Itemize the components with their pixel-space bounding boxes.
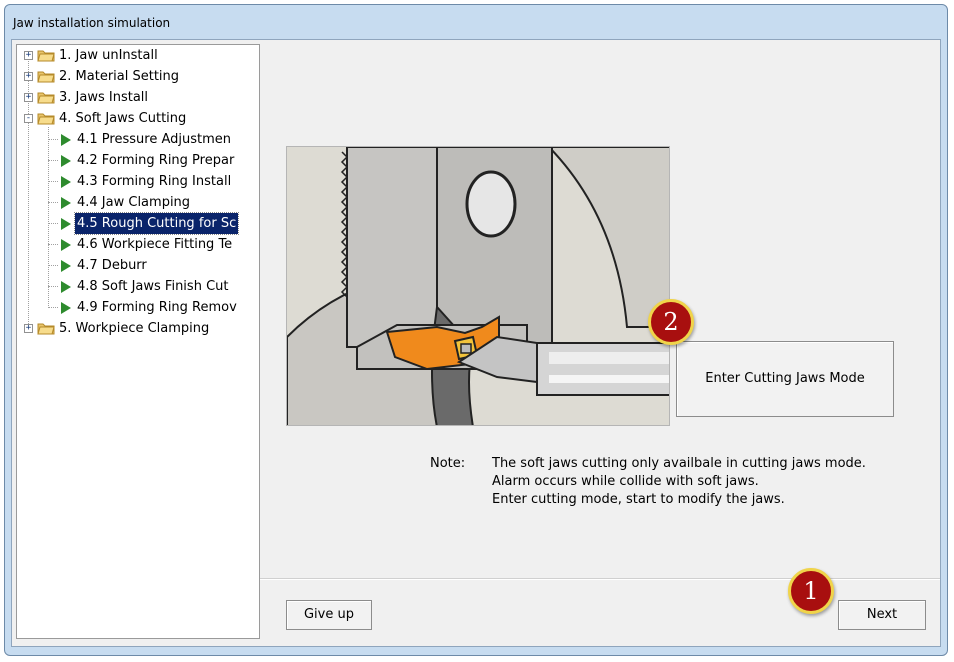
- window-client-area: + 1. Jaw unInstall + 2. Material Setting…: [11, 39, 941, 647]
- play-step-icon: [61, 176, 71, 188]
- tree-item-4-2[interactable]: 4.2 Forming Ring Prepar: [17, 150, 259, 171]
- enter-cutting-jaws-mode-button[interactable]: Enter Cutting Jaws Mode: [676, 341, 894, 417]
- tree-item-label-selected: 4.5 Rough Cutting for Sc: [73, 212, 240, 235]
- note-line: The soft jaws cutting only availbale in …: [492, 456, 866, 471]
- tree-item-jaw-uninstall[interactable]: + 1. Jaw unInstall: [17, 45, 259, 66]
- window-title: Jaw installation simulation: [13, 16, 171, 30]
- tree-item-4-8[interactable]: 4.8 Soft Jaws Finish Cut: [17, 276, 259, 297]
- tree-item-4-7[interactable]: 4.7 Deburr: [17, 255, 259, 276]
- note-line: Enter cutting mode, start to modify the …: [492, 492, 785, 507]
- tree-item-4-6[interactable]: 4.6 Workpiece Fitting Te: [17, 234, 259, 255]
- tree-item-label: 4.6 Workpiece Fitting Te: [77, 237, 233, 252]
- play-step-icon: [61, 239, 71, 251]
- tree-item-jaws-install[interactable]: + 3. Jaws Install: [17, 87, 259, 108]
- title-bar: Jaw installation simulation: [5, 5, 947, 39]
- give-up-button[interactable]: Give up: [286, 600, 372, 630]
- tree-item-label: 4.8 Soft Jaws Finish Cut: [77, 279, 229, 294]
- tree-item-4-9[interactable]: 4.9 Forming Ring Remov: [17, 297, 259, 318]
- tree-item-4-4[interactable]: 4.4 Jaw Clamping: [17, 192, 259, 213]
- play-step-icon: [61, 218, 71, 230]
- play-step-icon: [61, 155, 71, 167]
- step-marker-2-badge: 2: [648, 299, 694, 345]
- tree-item-4-1[interactable]: 4.1 Pressure Adjustmen: [17, 129, 259, 150]
- step-tree[interactable]: + 1. Jaw unInstall + 2. Material Setting…: [16, 44, 260, 639]
- next-button[interactable]: Next: [838, 600, 926, 630]
- expand-plus-icon[interactable]: +: [24, 51, 33, 60]
- tree-item-label: 2. Material Setting: [59, 69, 180, 84]
- tree-item-4-3[interactable]: 4.3 Forming Ring Install: [17, 171, 259, 192]
- tree-item-label: 4. Soft Jaws Cutting: [59, 111, 187, 126]
- open-folder-icon: [37, 113, 55, 125]
- play-step-icon: [61, 134, 71, 146]
- expand-plus-icon[interactable]: +: [24, 93, 33, 102]
- tree-item-label: 3. Jaws Install: [59, 90, 149, 105]
- footer-separator: [260, 578, 940, 580]
- note-label: Note:: [430, 456, 466, 471]
- tree-item-label: 4.1 Pressure Adjustmen: [77, 132, 231, 147]
- tree-item-label: 1. Jaw unInstall: [59, 48, 158, 63]
- expand-plus-icon[interactable]: +: [24, 72, 33, 81]
- tree-item-soft-jaws-cutting[interactable]: - 4. Soft Jaws Cutting: [17, 108, 259, 129]
- step-marker-1-badge: 1: [788, 568, 834, 614]
- cutting-tool-diagram: [287, 147, 669, 425]
- folder-icon: [37, 71, 55, 83]
- tree-item-label: 4.3 Forming Ring Install: [77, 174, 232, 189]
- folder-icon: [37, 50, 55, 62]
- app-window: Jaw installation simulation + 1. Jaw unI…: [4, 4, 948, 656]
- play-step-icon: [61, 281, 71, 293]
- tree-item-material-setting[interactable]: + 2. Material Setting: [17, 66, 259, 87]
- folder-icon: [37, 323, 55, 335]
- play-step-icon: [61, 302, 71, 314]
- main-panel: Enter Cutting Jaws Mode 2 Note: The soft…: [260, 44, 940, 639]
- tree-item-4-5[interactable]: 4.5 Rough Cutting for Sc: [17, 212, 259, 235]
- tree-item-label: 4.7 Deburr: [77, 258, 147, 273]
- folder-icon: [37, 92, 55, 104]
- note-line: Alarm occurs while collide with soft jaw…: [492, 474, 759, 489]
- collapse-minus-icon[interactable]: -: [24, 114, 33, 123]
- play-step-icon: [61, 197, 71, 209]
- tree-item-label: 4.4 Jaw Clamping: [77, 195, 191, 210]
- jaw-cutting-illustration: [286, 146, 670, 426]
- expand-plus-icon[interactable]: +: [24, 324, 33, 333]
- tree-item-label: 4.2 Forming Ring Prepar: [77, 153, 235, 168]
- tree-item-label: 5. Workpiece Clamping: [59, 321, 210, 336]
- tree-item-workpiece-clamping[interactable]: + 5. Workpiece Clamping: [17, 318, 259, 339]
- play-step-icon: [61, 260, 71, 272]
- tree-item-label: 4.9 Forming Ring Remov: [77, 300, 237, 315]
